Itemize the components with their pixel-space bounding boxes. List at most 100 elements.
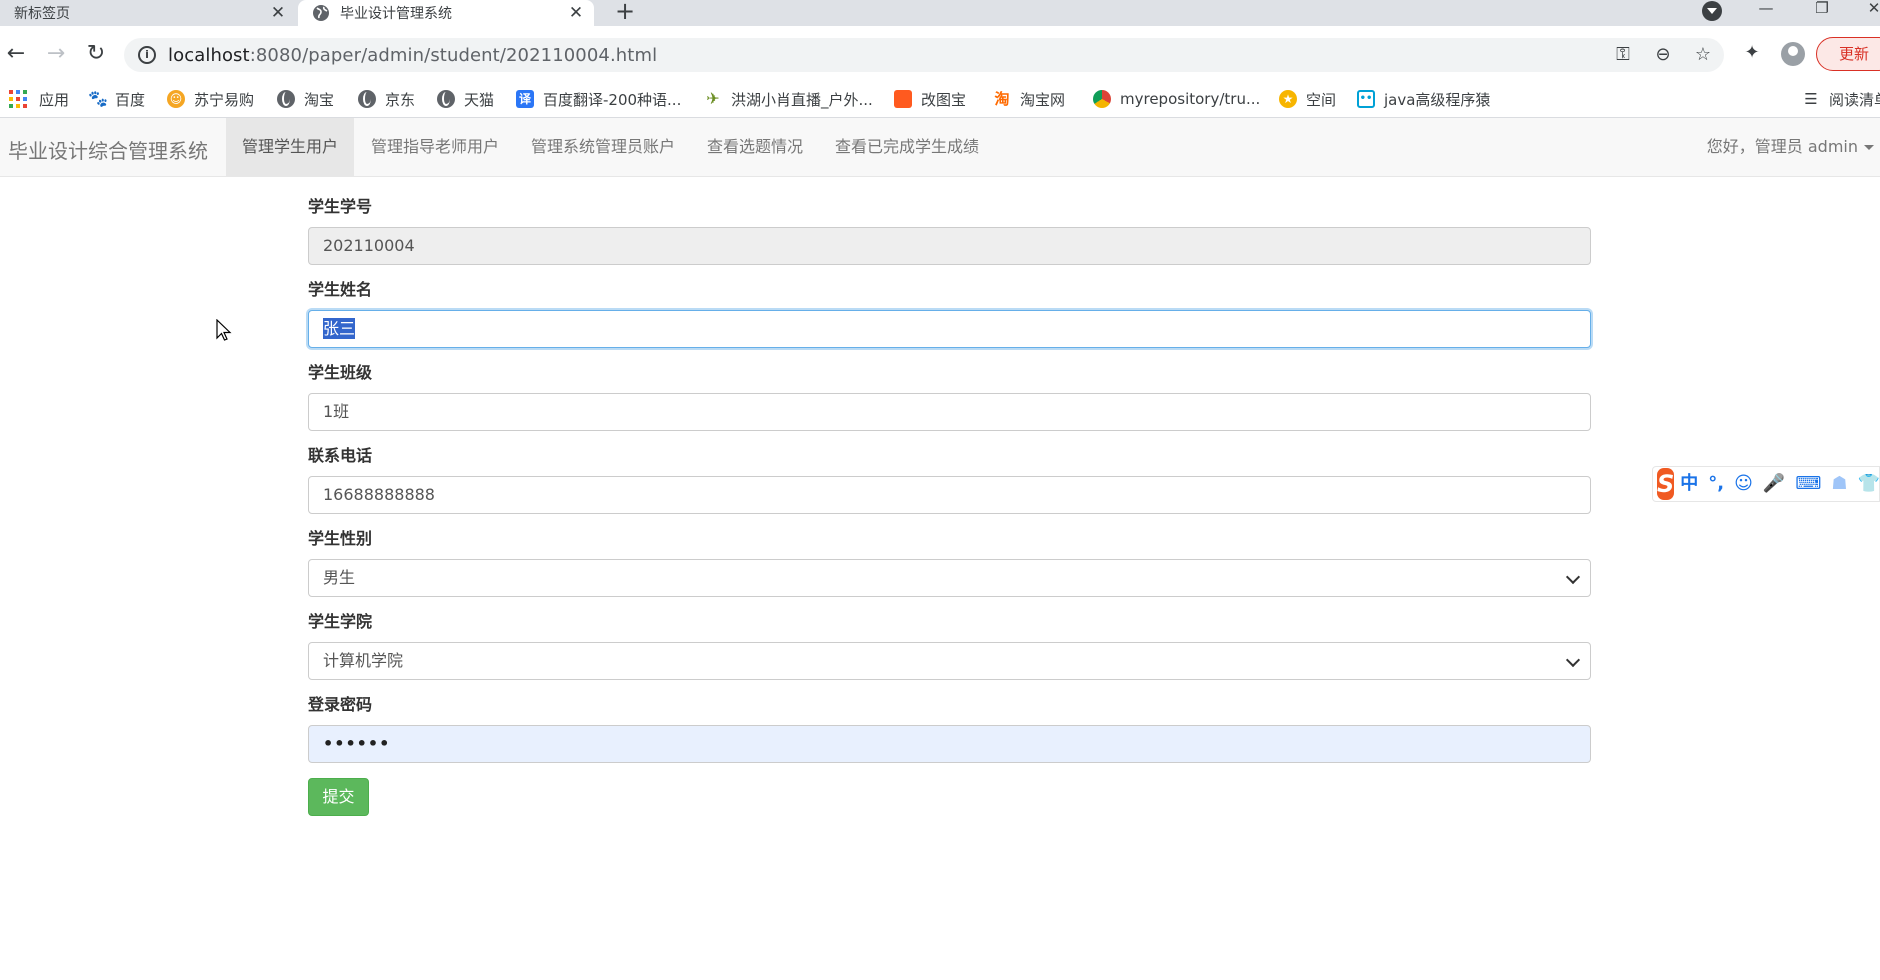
tab-strip: 新标签页 ✕ 毕业设计管理系统 ✕ + — ❐ ✕ bbox=[0, 0, 1880, 26]
site-info-icon[interactable]: i bbox=[138, 46, 156, 64]
college-select[interactable]: 计算机学院 bbox=[308, 642, 1591, 680]
zoom-icon[interactable]: ⊖ bbox=[1652, 44, 1674, 66]
translate-icon: 译 bbox=[516, 90, 534, 108]
password-mask: •••••• bbox=[323, 734, 391, 753]
bookmark-baidu-translate[interactable]: 译 百度翻译-200种语... bbox=[516, 88, 681, 110]
student-name-label: 学生姓名 bbox=[308, 280, 373, 299]
student-id-label: 学生学号 bbox=[308, 197, 373, 216]
nav-manage-teachers[interactable]: 管理指导老师用户 bbox=[355, 118, 515, 176]
tab-title: 新标签页 bbox=[14, 6, 70, 22]
qzone-icon: ★ bbox=[1279, 90, 1297, 108]
microphone-icon[interactable]: 🎤 bbox=[1763, 474, 1785, 494]
phone-input[interactable]: 16688888888 bbox=[308, 476, 1591, 514]
selected-text: 张三 bbox=[323, 318, 356, 339]
reading-list-icon: ☰ bbox=[1804, 90, 1818, 108]
new-tab-button[interactable]: + bbox=[612, 0, 638, 26]
close-icon[interactable]: ✕ bbox=[566, 3, 586, 23]
gender-label: 学生性别 bbox=[308, 529, 373, 548]
chevron-down-icon bbox=[1565, 569, 1581, 585]
bookmark-apps[interactable]: 应用 bbox=[9, 88, 69, 110]
tab-title: 毕业设计管理系统 bbox=[340, 6, 452, 22]
password-label: 登录密码 bbox=[308, 695, 373, 714]
app-brand[interactable]: 毕业设计综合管理系统 bbox=[8, 135, 208, 164]
bird-icon: ✈ bbox=[706, 89, 720, 108]
close-icon[interactable]: ✕ bbox=[268, 3, 288, 23]
profile-icon[interactable] bbox=[1781, 42, 1805, 66]
apps-grid-icon bbox=[9, 90, 27, 108]
bookmark-qzone[interactable]: ★ 空间 bbox=[1279, 88, 1336, 110]
bookmark-taobao-net[interactable]: 淘 淘宝网 bbox=[993, 88, 1065, 110]
phone-group: 联系电话 16688888888 bbox=[308, 445, 1591, 514]
college-group: 学生学院 计算机学院 bbox=[308, 611, 1591, 680]
submit-button[interactable]: 提交 bbox=[308, 778, 369, 816]
bookmark-baidu[interactable]: 🐾 百度 bbox=[88, 88, 145, 110]
update-button[interactable]: 更新 bbox=[1816, 37, 1880, 71]
college-selected-value: 计算机学院 bbox=[323, 651, 404, 670]
sogou-logo-icon: S bbox=[1657, 468, 1675, 500]
bookmark-taobao[interactable]: 淘宝 bbox=[277, 88, 334, 110]
globe-icon bbox=[277, 90, 295, 108]
globe-icon bbox=[313, 5, 329, 21]
gender-select[interactable]: 男生 bbox=[308, 559, 1591, 597]
nav-manage-admins[interactable]: 管理系统管理员账户 bbox=[515, 118, 691, 176]
student-id-group: 学生学号 202110004 bbox=[308, 196, 1591, 265]
forward-icon[interactable]: → bbox=[42, 40, 70, 68]
ime-toolbar[interactable]: S 中 °, ☺ 🎤 ⌨ ☗ 👕 bbox=[1652, 466, 1880, 502]
password-group: 登录密码 •••••• bbox=[308, 694, 1591, 763]
restore-icon[interactable]: ❐ bbox=[1810, 0, 1834, 20]
ime-punct[interactable]: °, bbox=[1708, 474, 1724, 494]
ime-mode[interactable]: 中 bbox=[1680, 474, 1698, 494]
chevron-down-icon bbox=[1565, 652, 1581, 668]
app-navbar: 毕业设计综合管理系统 管理学生用户 管理指导老师用户 管理系统管理员账户 查看选… bbox=[0, 118, 1880, 177]
user-icon[interactable]: ☗ bbox=[1831, 474, 1847, 494]
caret-down-icon bbox=[1864, 145, 1874, 150]
extensions-icon[interactable]: ✦ bbox=[1740, 41, 1764, 65]
tab-new-tab[interactable]: 新标签页 ✕ bbox=[0, 0, 296, 26]
chrome-icon bbox=[1093, 90, 1111, 108]
bookmark-jd[interactable]: 京东 bbox=[358, 88, 415, 110]
url-text: localhost:8080/paper/admin/student/20211… bbox=[168, 44, 658, 66]
student-id-input[interactable]: 202110004 bbox=[308, 227, 1591, 265]
bookmark-tmall[interactable]: 天猫 bbox=[437, 88, 494, 110]
student-class-input[interactable]: 1班 bbox=[308, 393, 1591, 431]
browser-toolbar: ← → ↻ i localhost:8080/paper/admin/stude… bbox=[0, 26, 1880, 80]
user-menu[interactable]: 您好，管理员 admin bbox=[1707, 118, 1874, 176]
bilibili-icon: •• bbox=[1357, 90, 1375, 108]
emoji-icon[interactable]: ☺ bbox=[1734, 474, 1753, 494]
college-label: 学生学院 bbox=[308, 612, 373, 631]
star-icon[interactable]: ☆ bbox=[1692, 44, 1714, 66]
bookmark-gaitubao[interactable]: 改图宝 bbox=[894, 88, 966, 110]
tab-graduation-system[interactable]: 毕业设计管理系统 ✕ bbox=[298, 0, 594, 26]
student-name-input[interactable]: 张三 bbox=[308, 310, 1591, 348]
reading-list[interactable]: ☰ 阅读清单 bbox=[1802, 88, 1880, 110]
back-icon[interactable]: ← bbox=[2, 40, 30, 68]
bookmark-java[interactable]: •• java高级程序猿 bbox=[1357, 88, 1490, 110]
bookmarks-bar: 应用 🐾 百度 ☺ 苏宁易购 淘宝 京东 天猫 译 百度翻译-200种语... … bbox=[0, 80, 1880, 118]
tab-search-icon[interactable] bbox=[1702, 1, 1722, 21]
globe-icon bbox=[437, 90, 455, 108]
reload-icon[interactable]: ↻ bbox=[82, 40, 110, 68]
bookmark-live[interactable]: ✈ 洪湖小肖直播_户外... bbox=[704, 88, 873, 110]
suning-icon: ☺ bbox=[167, 90, 185, 108]
baidu-paw-icon: 🐾 bbox=[88, 89, 108, 108]
taobao-icon: 淘 bbox=[994, 90, 1010, 108]
bookmark-suning[interactable]: ☺ 苏宁易购 bbox=[167, 88, 254, 110]
keyboard-icon[interactable]: ⌨ bbox=[1795, 474, 1821, 494]
phone-label: 联系电话 bbox=[308, 446, 373, 465]
student-class-label: 学生班级 bbox=[308, 363, 373, 382]
nav-view-grades[interactable]: 查看已完成学生成绩 bbox=[819, 118, 995, 176]
student-name-group: 学生姓名 张三 bbox=[308, 279, 1591, 348]
student-class-group: 学生班级 1班 bbox=[308, 362, 1591, 431]
nav-view-topics[interactable]: 查看选题情况 bbox=[691, 118, 819, 176]
bookmark-myrepository[interactable]: myrepository/tru... bbox=[1093, 88, 1260, 110]
skin-icon[interactable]: 👕 bbox=[1857, 474, 1879, 494]
gender-group: 学生性别 男生 bbox=[308, 528, 1591, 597]
password-input[interactable]: •••••• bbox=[308, 725, 1591, 763]
gender-selected-value: 男生 bbox=[323, 568, 356, 587]
window-close-icon[interactable]: ✕ bbox=[1862, 0, 1880, 20]
nav-manage-students[interactable]: 管理学生用户 bbox=[226, 118, 355, 176]
key-icon[interactable]: ⚿ bbox=[1612, 44, 1634, 66]
address-bar[interactable]: i localhost:8080/paper/admin/student/202… bbox=[124, 38, 1724, 72]
minimize-icon[interactable]: — bbox=[1754, 0, 1778, 20]
globe-icon bbox=[358, 90, 376, 108]
